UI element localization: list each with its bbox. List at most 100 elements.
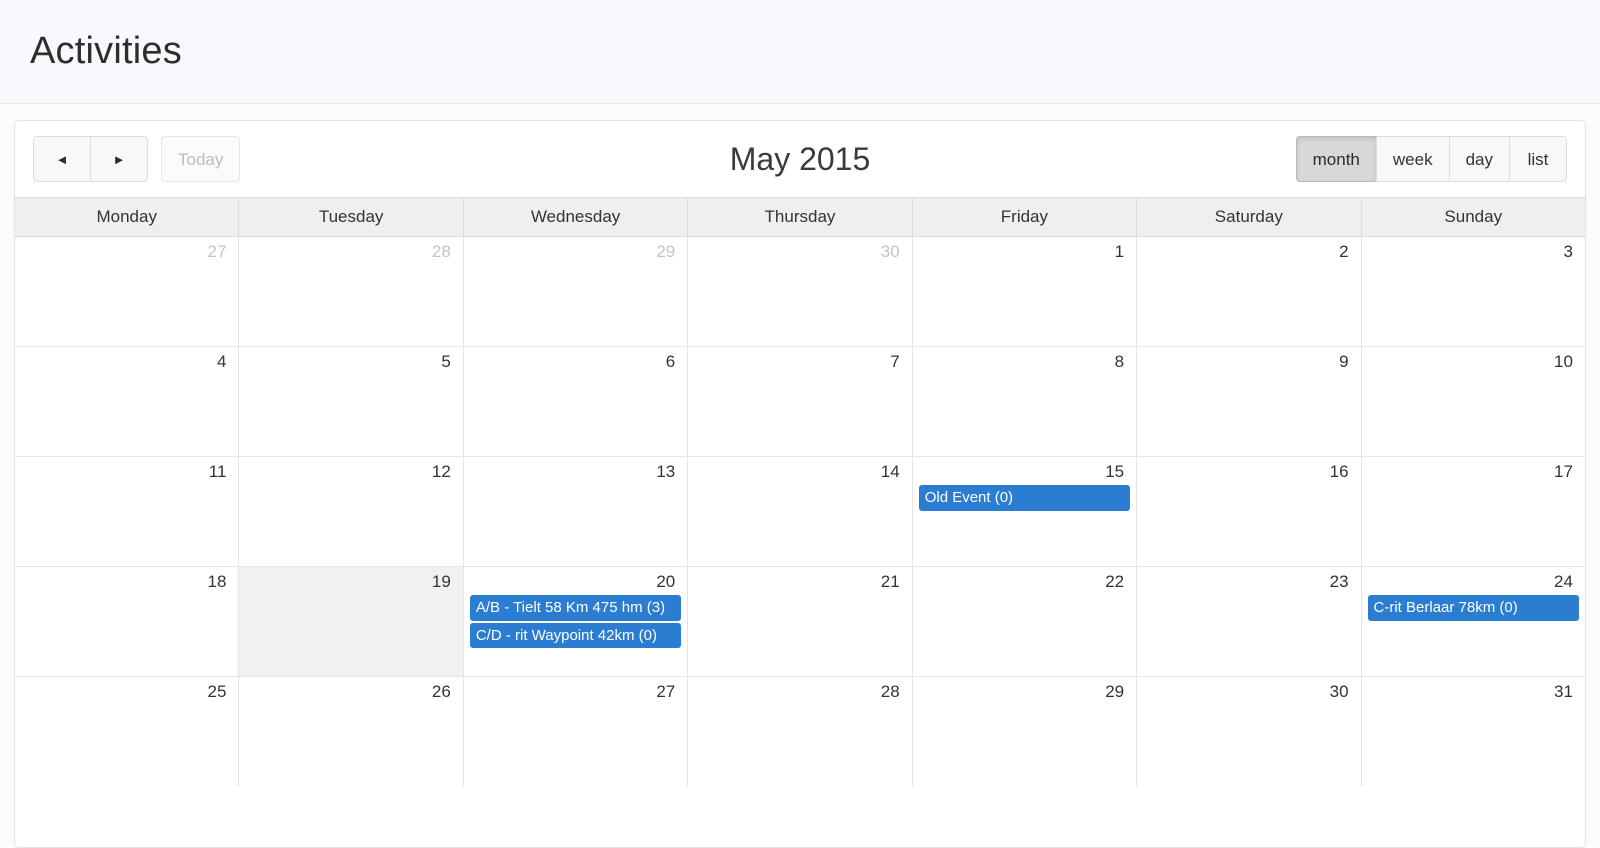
day-events	[1368, 262, 1579, 265]
day-number: 26	[431, 682, 451, 701]
calendar-day-cell[interactable]: 11	[15, 457, 238, 566]
calendar-event[interactable]: A/B - Tielt 58 Km 475 hm (3)	[469, 595, 682, 621]
day-number: 5	[441, 352, 451, 371]
page-header: Activities	[0, 0, 1600, 104]
day-number: 11	[208, 462, 227, 481]
day-events	[1143, 592, 1354, 595]
calendar-day-cell[interactable]: 7	[687, 347, 911, 456]
day-number: 8	[1114, 352, 1125, 371]
day-events	[1143, 262, 1354, 265]
view-button-list[interactable]: list	[1509, 136, 1567, 182]
today-button[interactable]: Today	[161, 136, 241, 182]
calendar-day-cell[interactable]: 28	[687, 677, 911, 787]
calendar-week-row: 25 26 27 28 29 30 31	[15, 677, 1585, 787]
calendar-week-row: 11 12 13 14 15 Old Event (0) 16 17	[15, 457, 1585, 567]
calendar-day-cell[interactable]: 27	[15, 237, 238, 346]
day-events	[245, 592, 456, 595]
day-events	[694, 372, 905, 375]
view-button-week[interactable]: week	[1375, 136, 1450, 182]
calendar-day-cell[interactable]: 27	[462, 677, 687, 787]
day-number: 16	[1329, 462, 1349, 481]
calendar-day-cell[interactable]: 15 Old Event (0)	[911, 457, 1136, 566]
view-button-day[interactable]: day	[1448, 136, 1510, 182]
calendar-event[interactable]: Old Event (0)	[918, 485, 1131, 511]
calendar-day-cell[interactable]: 31	[1360, 677, 1585, 787]
calendar-day-cell[interactable]: 17	[1360, 457, 1585, 566]
day-events	[21, 702, 232, 705]
calendar-day-cell[interactable]: 21	[687, 567, 911, 676]
day-events	[21, 262, 232, 265]
nav-button-group: ◄ ►	[33, 136, 148, 182]
calendar-week-row: 4 5 6 7 8 9 10	[15, 347, 1585, 457]
calendar-day-cell[interactable]: 4	[15, 347, 238, 456]
day-header-thursday: Thursday	[687, 198, 911, 236]
calendar-day-cell[interactable]: 24 C-rit Berlaar 78km (0)	[1360, 567, 1585, 676]
calendar-day-cell[interactable]: 1	[911, 237, 1136, 346]
day-number: 21	[880, 572, 900, 591]
day-number: 3	[1563, 242, 1573, 261]
calendar-day-cell[interactable]: 3	[1360, 237, 1585, 346]
day-events	[1368, 482, 1579, 485]
calendar-day-cell[interactable]: 12	[238, 457, 462, 566]
day-events	[694, 262, 905, 265]
calendar-day-cell[interactable]: 8	[911, 347, 1136, 456]
day-number: 12	[431, 462, 451, 481]
day-header-friday: Friday	[911, 198, 1136, 236]
calendar-event[interactable]: C-rit Berlaar 78km (0)	[1367, 595, 1579, 621]
day-events	[1143, 702, 1354, 705]
day-number: 29	[1105, 682, 1125, 701]
calendar-card-wrapper: ◄ ► Today May 2015 month week day list M…	[0, 104, 1600, 848]
calendar-day-cell[interactable]: 26	[238, 677, 462, 787]
day-events	[919, 262, 1130, 265]
calendar-day-cell[interactable]: 29	[911, 677, 1136, 787]
calendar-day-headers: Monday Tuesday Wednesday Thursday Friday…	[15, 197, 1585, 237]
toolbar-left-group: ◄ ► Today	[33, 136, 241, 182]
day-number: 24	[1554, 572, 1573, 591]
calendar-day-cell[interactable]: 18	[15, 567, 238, 676]
calendar-event[interactable]: C/D - rit Waypoint 42km (0)	[469, 622, 682, 649]
calendar-day-cell[interactable]: 29	[462, 237, 687, 346]
prev-month-button[interactable]: ◄	[33, 136, 91, 182]
calendar-day-cell[interactable]: 9	[1136, 347, 1360, 456]
calendar-day-cell[interactable]: 16	[1136, 457, 1360, 566]
day-number: 13	[656, 462, 676, 481]
day-number: 28	[431, 242, 451, 261]
calendar-day-cell[interactable]: 23	[1136, 567, 1360, 676]
calendar-day-cell[interactable]: 13	[462, 457, 687, 566]
day-number: 22	[1105, 572, 1125, 591]
day-events	[694, 702, 905, 705]
next-month-button[interactable]: ►	[90, 136, 148, 182]
day-number: 19	[431, 572, 451, 591]
day-events	[470, 262, 681, 265]
calendar-day-cell[interactable]: 30	[687, 237, 911, 346]
view-button-month[interactable]: month	[1295, 136, 1377, 182]
day-events	[245, 262, 456, 265]
calendar-day-cell[interactable]: 14	[687, 457, 911, 566]
page-title: Activities	[30, 30, 182, 72]
day-number: 27	[207, 242, 227, 261]
day-events: C-rit Berlaar 78km (0)	[1367, 592, 1579, 621]
calendar-day-cell[interactable]: 25	[15, 677, 238, 787]
calendar-day-cell[interactable]: 20 A/B - Tielt 58 Km 475 hm (3) C/D - rit …	[462, 567, 687, 676]
day-number: 10	[1554, 352, 1573, 371]
calendar-day-cell[interactable]: 6	[462, 347, 687, 456]
calendar-day-cell[interactable]: 2	[1136, 237, 1360, 346]
calendar-day-cell[interactable]: 28	[238, 237, 462, 346]
day-number: 1	[1114, 242, 1125, 261]
day-events	[919, 702, 1130, 705]
calendar-day-cell[interactable]: 10	[1360, 347, 1585, 456]
day-header-saturday: Saturday	[1136, 198, 1360, 236]
view-switcher: month week day list	[1295, 136, 1567, 182]
day-events	[245, 482, 456, 485]
day-number: 29	[656, 242, 676, 261]
day-number: 18	[207, 572, 227, 591]
day-number: 6	[665, 352, 676, 371]
calendar-day-cell[interactable]: 30	[1136, 677, 1360, 787]
calendar-day-cell[interactable]: 19	[238, 567, 463, 676]
calendar-toolbar: ◄ ► Today May 2015 month week day list	[15, 121, 1585, 197]
calendar-day-cell[interactable]: 5	[238, 347, 462, 456]
calendar-day-cell[interactable]: 22	[911, 567, 1136, 676]
chevron-right-icon: ►	[112, 151, 126, 167]
day-number: 15	[1105, 462, 1125, 481]
day-number: 25	[207, 682, 227, 701]
